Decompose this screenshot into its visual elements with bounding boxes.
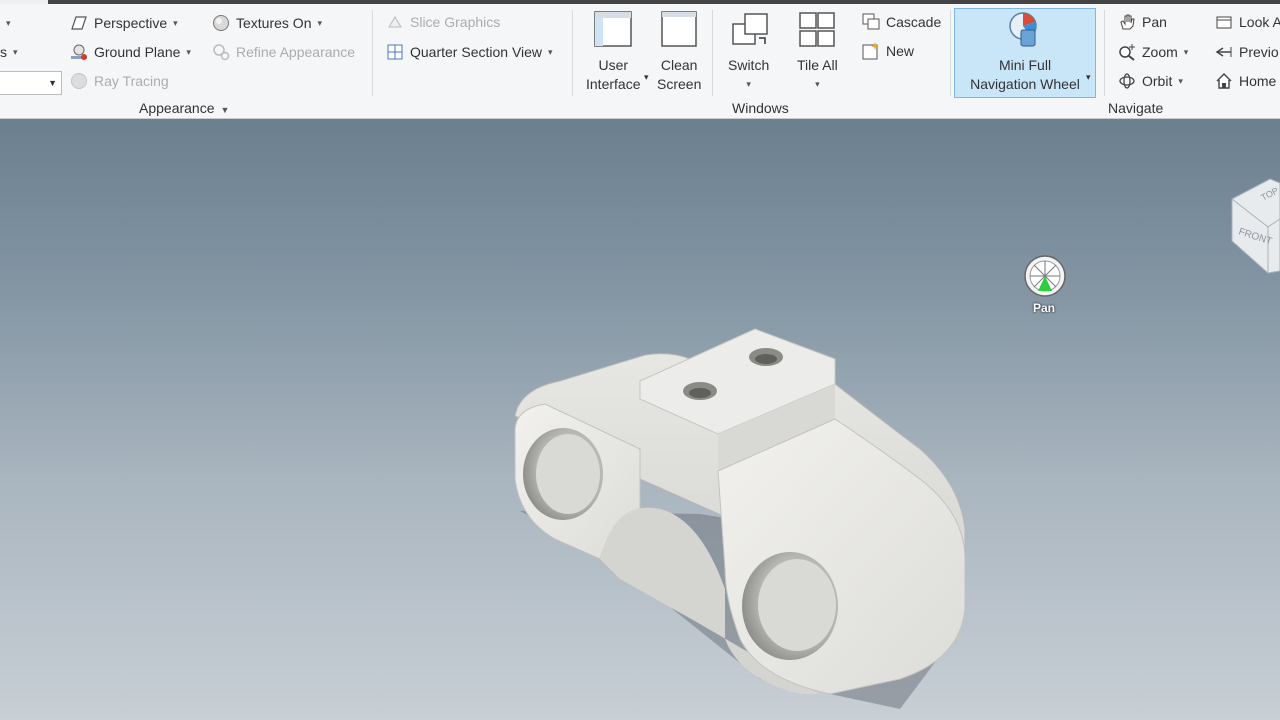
chevron-down-icon: ▾: [1086, 71, 1091, 82]
orbit-label: Orbit: [1142, 73, 1173, 89]
mini-full-label-1: Mini Full: [998, 57, 1052, 73]
look-at-label: Look A: [1239, 14, 1280, 30]
textures-icon: [213, 15, 229, 31]
slice-graphics-label: Slice Graphics: [410, 14, 501, 30]
orbit-icon: [1119, 73, 1135, 89]
panel-divider: [1104, 10, 1105, 96]
zoom-icon: [1119, 44, 1135, 61]
refine-appearance-button[interactable]: Refine Appearance: [212, 41, 355, 63]
top-hole-2-inner: [755, 354, 777, 364]
clean-screen-label-2: Screen: [657, 76, 702, 92]
switch-button[interactable]: Switch ▾: [728, 10, 769, 94]
panel-divider: [950, 10, 951, 96]
navigate-panel-title: Navigate: [1108, 100, 1163, 116]
perspective-label: Perspective: [94, 15, 168, 31]
look-at-icon: [1216, 16, 1232, 29]
chevron-down-icon: ▾: [746, 79, 751, 89]
cascade-icon: [862, 13, 880, 30]
clean-screen-icon: [661, 11, 697, 47]
home-icon: [1216, 73, 1232, 89]
home-view-button[interactable]: Home: [1215, 70, 1276, 92]
switch-windows-icon: [731, 13, 768, 45]
visual-style-dropdown[interactable]: ▼: [0, 71, 62, 95]
windows-panel-title: Windows: [732, 100, 789, 116]
appearance-panel-title[interactable]: Appearance ▼: [139, 100, 229, 116]
textures-on-button[interactable]: Textures On ▾: [212, 12, 322, 34]
new-window-label: New: [886, 43, 915, 59]
previous-view-button[interactable]: Previo: [1215, 41, 1279, 63]
user-interface-button[interactable]: User Interface: [586, 10, 640, 94]
right-bore-inner: [758, 559, 836, 651]
quarter-section-view-label: Quarter Section View: [410, 44, 543, 60]
section-view-icon: [387, 44, 403, 60]
ray-tracing-label: Ray Tracing: [94, 73, 169, 89]
cutoff-dropdown-2[interactable]: s ▾: [0, 41, 18, 63]
ray-tracing-icon: [71, 73, 87, 89]
left-bore-inner: [536, 434, 600, 514]
model-scene: FRONT TOP: [514, 178, 1280, 709]
windows-panel-label: Windows: [732, 100, 789, 116]
pan-button[interactable]: Pan: [1118, 11, 1167, 33]
home-label: Home: [1239, 73, 1277, 89]
cascade-button[interactable]: Cascade: [862, 11, 941, 33]
chevron-down-icon: ▾: [815, 79, 820, 89]
switch-label: Switch: [728, 57, 770, 73]
panel-divider: [712, 10, 713, 96]
panel-divider: [372, 10, 373, 96]
navigation-wheel-dropdown-arrow[interactable]: ▾: [1086, 66, 1091, 88]
panel-divider: [572, 10, 573, 96]
tile-all-button[interactable]: Tile All ▾: [797, 10, 838, 94]
navigation-wheel-icon: [1009, 12, 1037, 47]
user-interface-label-2: Interface: [586, 76, 641, 92]
ground-plane-icon: [71, 44, 87, 60]
user-interface-icon: [594, 11, 632, 47]
look-at-button[interactable]: Look A: [1215, 11, 1280, 33]
mini-navigation-wheel[interactable]: [1024, 255, 1066, 297]
ground-plane-label: Ground Plane: [94, 44, 181, 60]
orbit-button[interactable]: Orbit ▾: [1118, 70, 1183, 92]
user-interface-dropdown-arrow[interactable]: ▾: [644, 66, 649, 88]
mini-full-label-2: Navigation Wheel: [970, 76, 1080, 92]
textures-on-label: Textures On: [236, 15, 312, 31]
tile-all-label: Tile All: [797, 57, 838, 73]
slice-graphics-icon: [388, 16, 402, 28]
perspective-icon: [71, 16, 87, 30]
ray-tracing-button[interactable]: Ray Tracing: [70, 70, 169, 92]
cascade-label: Cascade: [886, 14, 942, 30]
graphics-viewport[interactable]: FRONT TOP Pan: [0, 119, 1280, 720]
pan-label: Pan: [1142, 14, 1167, 30]
chevron-down-icon: ▾: [644, 71, 649, 82]
appearance-panel-label: Appearance: [139, 100, 215, 116]
clean-screen-button[interactable]: Clean Screen: [657, 10, 701, 94]
quarter-section-view-button[interactable]: Quarter Section View ▾: [386, 41, 553, 63]
top-hole-1-inner: [689, 388, 711, 398]
refine-appearance-label: Refine Appearance: [236, 44, 356, 60]
tile-all-icon: [799, 12, 836, 47]
navigate-panel-label: Navigate: [1108, 100, 1164, 116]
cutoff-dropdown-1[interactable]: ▾: [0, 12, 11, 34]
mini-full-navigation-wheel-content[interactable]: Mini Full Navigation Wheel: [954, 10, 1096, 94]
new-window-button[interactable]: New: [862, 40, 914, 62]
ground-plane-button[interactable]: Ground Plane ▾: [70, 41, 191, 63]
zoom-button[interactable]: Zoom ▾: [1118, 41, 1188, 63]
ribbon: ▾ s ▾ ▼ Perspective ▾ Textures On ▾ Ground …: [0, 4, 1280, 119]
hand-icon: [1120, 14, 1135, 30]
new-window-icon: [862, 42, 879, 60]
slice-graphics-button[interactable]: Slice Graphics: [386, 11, 500, 33]
perspective-button[interactable]: Perspective ▾: [70, 12, 178, 34]
previous-view-label: Previo: [1239, 44, 1279, 60]
user-interface-label-1: User: [598, 57, 629, 73]
refine-appearance-icon: [213, 44, 230, 61]
zoom-label: Zoom: [1142, 44, 1178, 60]
wheel-tooltip-label: Pan: [1033, 301, 1056, 315]
clean-screen-label-1: Clean: [660, 57, 698, 73]
previous-view-icon: [1215, 47, 1232, 57]
